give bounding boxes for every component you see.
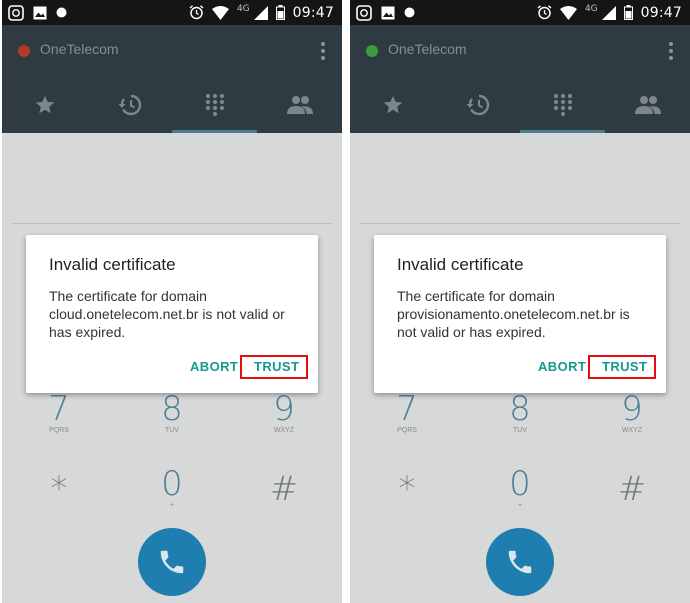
dial-key-digit: 9 xyxy=(273,389,295,429)
dial-key-digit: # xyxy=(617,469,647,509)
phone-screen-left: 4G 09:47 OneTelecom 7 PQRS 8 TUV 9 WXYZ … xyxy=(2,0,342,603)
tab-history[interactable] xyxy=(87,77,172,133)
tab-history[interactable] xyxy=(435,77,520,133)
account-status-indicator xyxy=(366,45,378,57)
call-button[interactable] xyxy=(138,528,206,596)
network-type-label: 4G xyxy=(584,3,598,14)
dial-key-digit: 7 xyxy=(396,389,418,429)
wifi-icon xyxy=(211,5,229,20)
status-bar: 4G 09:47 xyxy=(350,0,690,25)
app-bar: OneTelecom xyxy=(2,25,342,133)
dial-key-9[interactable]: 9 WXYZ xyxy=(254,391,314,435)
signal-icon xyxy=(601,5,616,20)
alarm-icon xyxy=(537,5,552,20)
app-notification-icon xyxy=(356,4,372,21)
dial-key-digit: * xyxy=(398,469,416,509)
dialog-title: Invalid certificate xyxy=(397,255,524,274)
tab-favorites[interactable] xyxy=(350,77,435,133)
dial-key-digit: 7 xyxy=(48,389,70,429)
phone-screen-right: 4G 09:47 OneTelecom 7 PQRS 8 TUV 9 WXYZ … xyxy=(350,0,690,603)
invalid-certificate-dialog: Invalid certificate The certificate for … xyxy=(26,235,318,393)
abort-button[interactable]: ABORT xyxy=(538,359,586,374)
dial-key-letters: TUV xyxy=(513,427,527,434)
dial-key-7[interactable]: 7 PQRS xyxy=(377,391,437,435)
tab-bar xyxy=(2,77,342,133)
dial-key-letters: PQRS xyxy=(49,427,69,434)
dial-key-letters: + xyxy=(169,502,175,509)
contacts-icon xyxy=(634,96,661,114)
call-button[interactable] xyxy=(486,528,554,596)
trust-highlight-box xyxy=(588,355,656,379)
dial-key-0[interactable]: 0 + xyxy=(142,466,202,510)
dial-key-letters: + xyxy=(517,502,523,509)
dial-key-hash[interactable]: # xyxy=(602,471,662,507)
overflow-menu-icon[interactable] xyxy=(666,41,676,61)
dial-key-digit: # xyxy=(269,469,299,509)
dial-key-digit: 8 xyxy=(509,389,531,429)
dial-key-digit: 0 xyxy=(509,464,531,504)
number-field-divider xyxy=(360,223,680,224)
history-icon xyxy=(118,94,141,116)
dial-key-9[interactable]: 9 WXYZ xyxy=(602,391,662,435)
image-icon xyxy=(381,6,395,19)
image-icon xyxy=(33,6,47,19)
dial-key-star[interactable]: * xyxy=(29,471,89,507)
dot-icon xyxy=(56,7,67,18)
contacts-icon xyxy=(286,96,313,114)
dial-key-digit: * xyxy=(50,469,68,509)
alarm-icon xyxy=(189,5,204,20)
dial-key-0[interactable]: 0 + xyxy=(490,466,550,510)
trust-highlight-box xyxy=(240,355,308,379)
dialpad-icon xyxy=(553,93,572,117)
signal-icon xyxy=(253,5,268,20)
network-type-label: 4G xyxy=(236,3,250,14)
app-title: OneTelecom xyxy=(40,41,119,57)
dial-key-digit: 8 xyxy=(161,389,183,429)
app-notification-icon xyxy=(8,4,24,21)
dial-key-hash[interactable]: # xyxy=(254,471,314,507)
status-time: 09:47 xyxy=(292,4,334,21)
number-field-divider xyxy=(12,223,332,224)
tab-contacts[interactable] xyxy=(605,77,690,133)
status-bar: 4G 09:47 xyxy=(2,0,342,25)
phone-icon xyxy=(508,550,532,574)
dial-key-digit: 9 xyxy=(621,389,643,429)
battery-icon xyxy=(623,5,633,20)
dial-key-7[interactable]: 7 PQRS xyxy=(29,391,89,435)
battery-icon xyxy=(275,5,285,20)
status-time: 09:47 xyxy=(640,4,682,21)
tab-favorites[interactable] xyxy=(2,77,87,133)
app-bar: OneTelecom xyxy=(350,25,690,133)
dial-key-letters: TUV xyxy=(165,427,179,434)
dial-key-8[interactable]: 8 TUV xyxy=(490,391,550,435)
overflow-menu-icon[interactable] xyxy=(318,41,328,61)
wifi-icon xyxy=(559,5,577,20)
dot-icon xyxy=(404,7,415,18)
abort-button[interactable]: ABORT xyxy=(190,359,238,374)
tab-dialpad[interactable] xyxy=(520,77,605,133)
app-title: OneTelecom xyxy=(388,41,467,57)
dialpad-icon xyxy=(205,93,224,117)
dialog-message: The certificate for domain provisionamen… xyxy=(397,288,630,340)
tab-bar xyxy=(350,77,690,133)
account-status-indicator xyxy=(18,45,30,57)
star-icon xyxy=(35,95,54,114)
tab-contacts[interactable] xyxy=(257,77,342,133)
dialog-message: The certificate for domain cloud.onetele… xyxy=(49,288,285,340)
dial-key-letters: PQRS xyxy=(397,427,417,434)
dial-key-letters: WXYZ xyxy=(621,427,643,434)
invalid-certificate-dialog: Invalid certificate The certificate for … xyxy=(374,235,666,393)
star-icon xyxy=(383,95,402,114)
history-icon xyxy=(466,94,489,116)
dial-key-digit: 0 xyxy=(161,464,183,504)
tab-dialpad[interactable] xyxy=(172,77,257,133)
dialog-title: Invalid certificate xyxy=(49,255,176,274)
dial-key-8[interactable]: 8 TUV xyxy=(142,391,202,435)
phone-icon xyxy=(160,550,184,574)
dial-key-star[interactable]: * xyxy=(377,471,437,507)
dial-key-letters: WXYZ xyxy=(273,427,295,434)
